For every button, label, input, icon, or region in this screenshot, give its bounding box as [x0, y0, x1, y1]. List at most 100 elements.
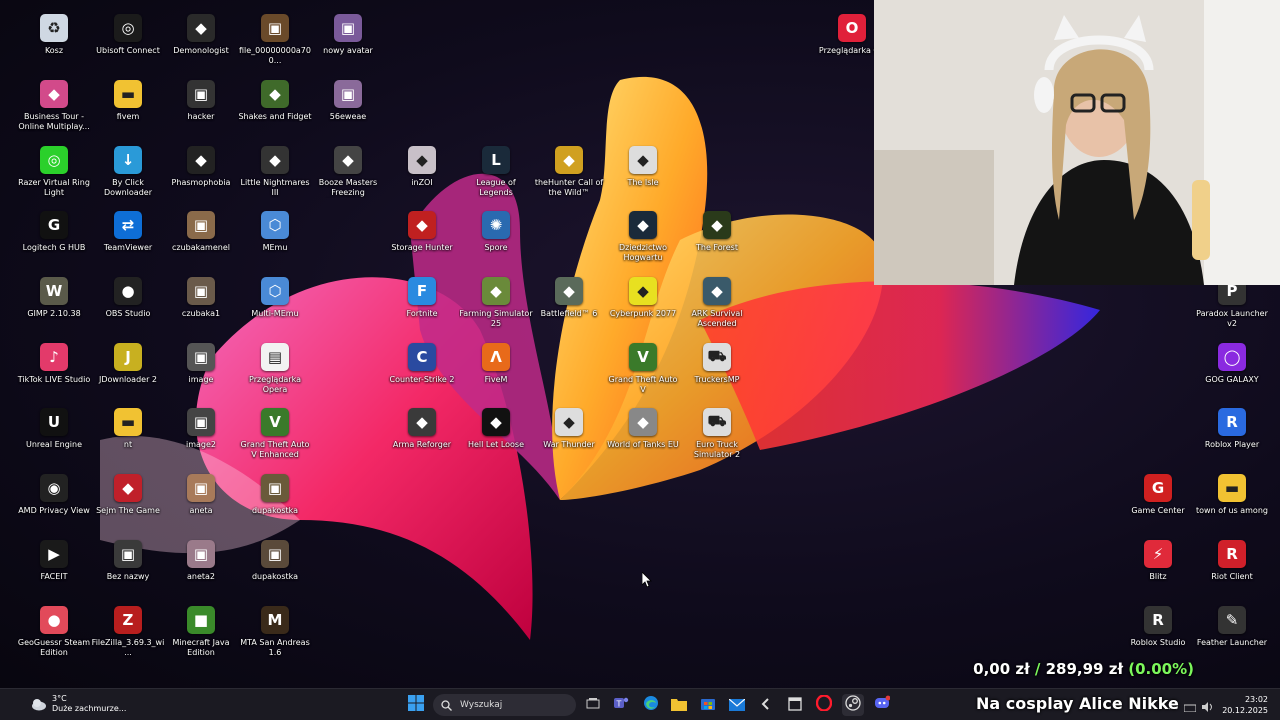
- task-view-button[interactable]: [582, 694, 604, 716]
- desktop-shortcut[interactable]: ◆ Sejm The Game: [91, 474, 165, 540]
- desktop-shortcut[interactable]: ◆ ARK Survival Ascended: [680, 277, 754, 343]
- desktop-shortcut[interactable]: M MTA San Andreas 1.6: [238, 606, 312, 672]
- desktop-shortcut[interactable]: ◆ Dziedzictwo Hogwartu: [606, 211, 680, 277]
- desktop-shortcut[interactable]: ◯ GOG GALAXY: [1195, 343, 1269, 409]
- desktop-shortcut[interactable]: ⇄ TeamViewer: [91, 211, 165, 277]
- desktop-shortcut[interactable]: ◉ AMD Privacy View: [17, 474, 91, 540]
- desktop-shortcut[interactable]: ▶ FACEIT: [17, 540, 91, 606]
- desktop-shortcut[interactable]: ⛟ TruckersMP: [680, 343, 754, 409]
- desktop-shortcut[interactable]: ◆ Cyberpunk 2077: [606, 277, 680, 343]
- desktop-shortcut[interactable]: ⚡ Blitz: [1121, 540, 1195, 606]
- desktop-shortcut[interactable]: ⬡ Multi-MEmu: [238, 277, 312, 343]
- shortcut-label: The Forest: [696, 243, 738, 252]
- desktop-shortcut[interactable]: ▣ 56eweae: [311, 80, 385, 146]
- weather-temp: 3°C: [52, 694, 67, 703]
- taskbar-search[interactable]: Wyszukaj: [433, 694, 576, 716]
- network-icon[interactable]: [1183, 697, 1197, 716]
- desktop-shortcut[interactable]: ◆ The Isle: [606, 146, 680, 212]
- desktop-shortcut[interactable]: ◆ The Forest: [680, 211, 754, 277]
- desktop-shortcut[interactable]: Λ FiveM: [459, 343, 533, 409]
- desktop-shortcut[interactable]: ▣ czubaka1: [164, 277, 238, 343]
- image-icon: ▣: [187, 277, 215, 305]
- teams-button[interactable]: T: [610, 694, 632, 716]
- desktop-shortcut[interactable]: ▬ town of us among: [1195, 474, 1269, 540]
- desktop-shortcut[interactable]: ▣ aneta2: [164, 540, 238, 606]
- desktop-shortcut[interactable]: ● OBS Studio: [91, 277, 165, 343]
- desktop-shortcut[interactable]: ◆ Little Nightmares III: [238, 146, 312, 212]
- desktop-shortcut[interactable]: ▣ file_00000000a700...: [238, 14, 312, 80]
- weather-widget[interactable]: 3°C Duże zachmurze...: [30, 694, 126, 714]
- desktop-shortcut[interactable]: C Counter-Strike 2: [385, 343, 459, 409]
- desktop-shortcut[interactable]: ◎ Razer Virtual Ring Light: [17, 146, 91, 212]
- goal-target: 289,99 zł: [1045, 660, 1124, 678]
- desktop-shortcut[interactable]: J JDownloader 2: [91, 343, 165, 409]
- desktop-shortcut[interactable]: ● GeoGuessr Steam Edition: [17, 606, 91, 672]
- desktop-shortcut[interactable]: L League of Legends: [459, 146, 533, 212]
- desktop-shortcut[interactable]: ◆ Shakes and Fidget: [238, 80, 312, 146]
- desktop-shortcut[interactable]: ▣ hacker: [164, 80, 238, 146]
- image-icon: ▣: [187, 211, 215, 239]
- desktop-shortcut[interactable]: P Paradox Launcher v2: [1195, 277, 1269, 343]
- desktop-shortcut[interactable]: U Unreal Engine: [17, 408, 91, 474]
- desktop-shortcut[interactable]: ◆ World of Tanks EU: [606, 408, 680, 474]
- desktop-shortcut[interactable]: ◆ Booze Masters Freezing Moonshine: [311, 146, 385, 212]
- desktop-shortcut[interactable]: ⛟ Euro Truck Simulator 2: [680, 408, 754, 474]
- desktop-shortcut[interactable]: ◆ inZOI: [385, 146, 459, 212]
- desktop-shortcut[interactable]: ◆ Arma Reforger: [385, 408, 459, 474]
- desktop-shortcut[interactable]: ▣ czubakamenel: [164, 211, 238, 277]
- start-button[interactable]: [405, 694, 427, 716]
- desktop-shortcut[interactable]: ■ Minecraft Java Edition: [164, 606, 238, 672]
- desktop-shortcut[interactable]: ◆ theHunter Call of the Wild™: [532, 146, 606, 212]
- game-icon: ◆: [555, 146, 583, 174]
- discord-button[interactable]: [871, 694, 893, 716]
- edge-button[interactable]: [640, 694, 662, 716]
- desktop-shortcut[interactable]: ♻ Kosz: [17, 14, 91, 80]
- app-button-window[interactable]: [784, 694, 806, 716]
- desktop-shortcut[interactable]: G Game Center: [1121, 474, 1195, 540]
- shortcut-label: Bez nazwy: [106, 572, 150, 581]
- desktop-shortcut[interactable]: R Riot Client: [1195, 540, 1269, 606]
- desktop-shortcut[interactable]: ◆ Battlefield™ 6: [532, 277, 606, 343]
- desktop-shortcut[interactable]: ▣ nowy avatar: [311, 14, 385, 80]
- desktop-shortcut[interactable]: G Logitech G HUB: [17, 211, 91, 277]
- desktop-shortcut[interactable]: V Grand Theft Auto V: [606, 343, 680, 409]
- store-button[interactable]: [697, 694, 719, 716]
- desktop-shortcut[interactable]: ✺ Spore: [459, 211, 533, 277]
- desktop-shortcut[interactable]: ▣ dupakostka: [238, 474, 312, 540]
- desktop-shortcut[interactable]: ◆ War Thunder: [532, 408, 606, 474]
- volume-icon[interactable]: [1202, 697, 1214, 716]
- desktop-shortcut[interactable]: F Fortnite: [385, 277, 459, 343]
- desktop-shortcut[interactable]: Z FileZilla_3.69.3_wi...: [91, 606, 165, 672]
- app-button-back[interactable]: [755, 694, 777, 716]
- desktop-shortcut[interactable]: ▬ fivem: [91, 80, 165, 146]
- feather-icon: ✎: [1218, 606, 1246, 634]
- desktop-shortcut[interactable]: ▬ nt: [91, 408, 165, 474]
- desktop-shortcut[interactable]: ▣ dupakostka: [238, 540, 312, 606]
- desktop-shortcut[interactable]: ▣ image: [164, 343, 238, 409]
- desktop-shortcut[interactable]: R Roblox Player: [1195, 408, 1269, 474]
- taskbar-clock[interactable]: 23:02 20.12.2025: [1222, 694, 1268, 716]
- steam-button[interactable]: [842, 694, 864, 716]
- desktop-shortcut[interactable]: ◆ Phasmophobia: [164, 146, 238, 212]
- opera-button[interactable]: [813, 694, 835, 716]
- desktop-shortcut[interactable]: W GIMP 2.10.38: [17, 277, 91, 343]
- desktop-shortcut[interactable]: ♪ TikTok LIVE Studio: [17, 343, 91, 409]
- desktop-shortcut[interactable]: ◆ Demonologist: [164, 14, 238, 80]
- shortcut-label: ARK Survival Ascended: [691, 309, 743, 328]
- desktop-shortcut[interactable]: V Grand Theft Auto V Enhanced: [238, 408, 312, 474]
- desktop-shortcut[interactable]: ▣ aneta: [164, 474, 238, 540]
- desktop-shortcut[interactable]: ✎ Feather Launcher: [1195, 606, 1269, 672]
- shortcut-label: TikTok LIVE Studio: [17, 375, 91, 384]
- desktop-shortcut[interactable]: ▣ Bez nazwy: [91, 540, 165, 606]
- desktop-shortcut[interactable]: ▣ image2: [164, 408, 238, 474]
- desktop-shortcut[interactable]: ↓ By Click Downloader: [91, 146, 165, 212]
- desktop-shortcut[interactable]: ◆ Storage Hunter: [385, 211, 459, 277]
- desktop-shortcut[interactable]: ◆ Business Tour - Online Multiplay...: [17, 80, 91, 146]
- file-explorer-button[interactable]: [668, 694, 690, 716]
- desktop-shortcut[interactable]: ▤ Przeglądarka Opera: [238, 343, 312, 409]
- desktop-shortcut[interactable]: ◆ Hell Let Loose: [459, 408, 533, 474]
- desktop-shortcut[interactable]: ◎ Ubisoft Connect: [91, 14, 165, 80]
- desktop-shortcut[interactable]: ◆ Farming Simulator 25: [459, 277, 533, 343]
- mail-button[interactable]: [726, 694, 748, 716]
- desktop-shortcut[interactable]: ⬡ MEmu: [238, 211, 312, 277]
